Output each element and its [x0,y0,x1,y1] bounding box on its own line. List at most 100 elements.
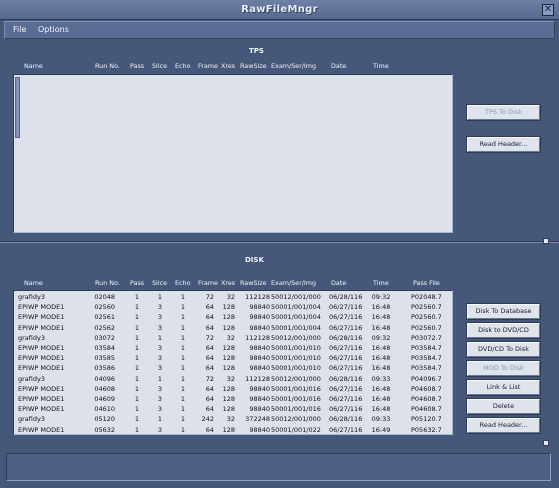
cell-time: 16:48 [371,354,391,363]
cell-pass: 1 [134,384,140,393]
cell-date: 06/28/116 [329,415,363,424]
cell-pass: 1 [134,405,140,414]
cell-xres: 32 [226,293,235,301]
cell-exam: 50001/001/010 [271,354,321,363]
cell-slice: 3 [157,405,163,414]
cell-slice: 1 [157,333,163,342]
disk-col-pass: Pass [130,279,145,287]
menu-options[interactable]: Options [38,25,69,34]
disk-col-xres: Xres [221,279,236,287]
cell-rawsize: 98840 [249,344,270,352]
table-row[interactable]: grafidy3 05120 1 1 1 242 32 372248 50012/001/000… [15,414,451,424]
tps-read-header-button[interactable]: Read Header... [466,136,541,153]
cell-pass: 1 [134,333,140,342]
cell-slice: 1 [157,293,163,301]
table-row[interactable]: EPIWP MODE1 02562 1 3 1 64 128 98840 50001/001/0… [15,323,451,333]
lower-sash-handle[interactable] [543,440,549,446]
sash-handle[interactable] [543,238,549,244]
table-row[interactable]: EPIWP MODE1 04610 1 3 1 64 128 98840 50001/001/0… [15,404,451,414]
tps-to-disk-button[interactable]: TPS To Disk [466,104,541,121]
cell-run: 04609 [94,395,115,403]
cell-name: EPIWP MODE1 [18,425,65,434]
tps-col-time: Time [373,62,389,70]
cell-time: 16:49 [371,425,391,434]
tps-scrollbar-thumb[interactable] [15,77,20,138]
table-row[interactable]: EPIWP MODE1 05632 1 3 1 64 128 98840 50001/001/0… [15,425,451,435]
cell-echo: 1 [180,425,186,434]
cell-name: EPIWP MODE1 [18,323,65,332]
cell-passfile: P05120.7 [411,415,442,424]
tps-col-run: Run No. [95,62,120,70]
tps-col-exam: Exam/Ser/Img [271,62,317,70]
table-row[interactable]: EPIWP MODE1 03585 1 3 1 64 128 98840 50001/001/0… [15,353,451,363]
table-row[interactable]: EPIWP MODE1 04608 1 3 1 64 128 98840 50001/001/0… [15,384,451,394]
cell-passfile: P02560.7 [411,313,442,322]
cell-frame: 64 [205,354,214,363]
cell-xres: 128 [222,384,235,393]
cell-frame: 64 [205,344,214,352]
title-bar[interactable]: RawFileMngr ✕ [0,0,559,20]
cell-rawsize: 98840 [249,384,270,393]
menu-file[interactable]: File [13,25,26,34]
table-row[interactable]: grafidy3 02048 1 1 1 72 32 112128 50012/001/000 0… [15,292,451,302]
disk-read-header-button[interactable]: Read Header... [466,417,541,434]
cell-run: 02560 [94,303,115,312]
cell-xres: 128 [222,425,235,434]
cell-echo: 1 [180,344,186,352]
cell-exam: 50001/001/010 [271,364,321,373]
cell-slice: 3 [157,303,163,312]
cell-xres: 32 [226,333,235,342]
cell-date: 06/27/116 [329,303,363,312]
link-list-button[interactable]: Link & List [466,379,541,396]
disk-to-database-button[interactable]: Disk To Database [466,303,541,320]
cell-passfile: P05632.7 [411,425,442,434]
disk-file-list[interactable]: grafidy3 02048 1 1 1 72 32 112128 50012/001/000 0… [13,290,453,435]
cell-run: 04610 [94,405,115,414]
cell-time: 09:33 [371,374,391,383]
cell-xres: 128 [222,344,235,352]
delete-button[interactable]: Delete [466,398,541,415]
close-icon[interactable]: ✕ [542,4,554,16]
cell-echo: 1 [180,313,186,322]
table-row[interactable]: EPIWP MODE1 02560 1 3 1 64 128 98840 50001/001/0… [15,302,451,312]
disk-section-title: DISK [245,256,264,264]
disk-col-frame: Frame [198,279,218,287]
cell-xres: 128 [222,303,235,312]
cell-time: 16:48 [371,384,391,393]
cell-exam: 50001/001/004 [271,303,321,312]
cell-pass: 1 [134,344,140,352]
table-row[interactable]: grafidy3 04096 1 1 1 72 32 112128 50012/001/000 0… [15,374,451,384]
cell-name: grafidy3 [18,333,45,342]
cell-run: 02561 [94,313,115,322]
disk-col-date: Date [331,279,347,287]
table-row[interactable]: grafidy3 03072 1 1 1 72 32 112128 50012/001/000 0… [15,333,451,343]
disk-col-slice: Slice [152,279,168,287]
cell-run: 05632 [94,425,115,434]
cell-rawsize: 112128 [245,293,270,301]
cell-run: 03585 [94,354,115,363]
cell-run: 02562 [94,323,115,332]
cell-frame: 64 [205,384,214,393]
table-row[interactable]: EPIWP MODE1 03586 1 3 1 64 128 98840 50001/001/0… [15,363,451,373]
cell-time: 16:48 [371,303,391,312]
cell-date: 06/27/116 [329,384,363,393]
cell-frame: 64 [205,364,214,373]
disk-to-dvd-button[interactable]: Disk to DVD/CD [466,322,541,339]
cell-exam: 50001/001/016 [271,395,321,403]
cell-slice: 3 [157,384,163,393]
disk-col-exam: Exam/Ser/Img [271,279,317,287]
pane-separator[interactable] [0,241,559,243]
table-row[interactable]: EPIWP MODE1 03584 1 3 1 64 128 98840 50001/001/0… [15,343,451,353]
cell-time: 16:48 [371,344,391,352]
mod-to-disk-button[interactable]: MOD To Disk [466,360,541,377]
cell-xres: 32 [226,374,235,383]
table-row[interactable]: EPIWP MODE1 04609 1 3 1 64 128 98840 50001/001/0… [15,394,451,404]
cell-echo: 1 [180,364,186,373]
dvd-to-disk-button[interactable]: DVD/CD To Disk [466,341,541,358]
table-row[interactable]: EPIWP MODE1 02561 1 3 1 64 128 98840 50001/001/0… [15,312,451,322]
tps-col-date: Date [331,62,347,70]
tps-file-list[interactable] [13,74,453,233]
cell-frame: 64 [205,323,214,332]
cell-passfile: P04608.7 [411,405,442,414]
cell-echo: 1 [180,415,186,424]
